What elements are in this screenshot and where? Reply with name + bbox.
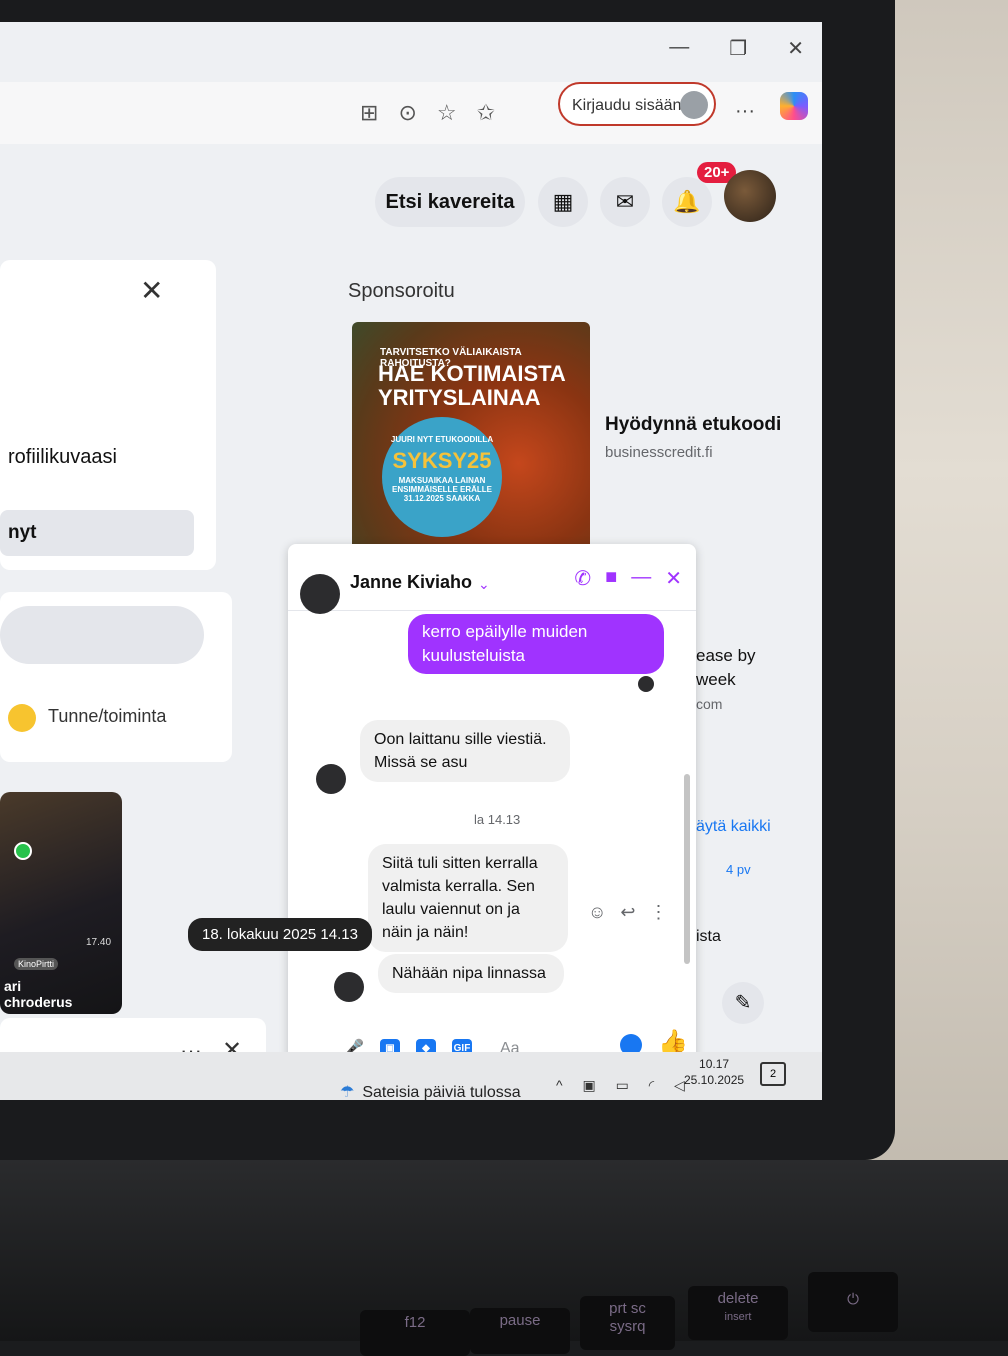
signin-label: Kirjaudu sisään xyxy=(572,97,682,114)
video-call-icon[interactable]: ■ xyxy=(605,566,617,591)
laptop-keyboard: f12 pause prt sc sysrq delete insert ⏻ xyxy=(0,1160,1008,1356)
menu-grid-icon[interactable]: ▦ xyxy=(538,177,588,227)
app-grid-icon[interactable]: ⊞ xyxy=(360,100,378,126)
key-insert-label: insert xyxy=(724,1311,752,1323)
story-card[interactable]: 17.40 KinoPirtti ari chroderus xyxy=(0,792,122,1014)
weather-widget[interactable]: ☂ Sateisia päiviä tulossa xyxy=(340,1082,521,1100)
key-delete-label: delete xyxy=(717,1290,759,1307)
profile-prompt-button-label: nyt xyxy=(8,522,37,543)
outgoing-message[interactable]: kerro epäilylle muiden kuulusteluista xyxy=(408,614,664,674)
close-window-icon[interactable]: ✕ xyxy=(787,36,804,61)
right-text-ease: ease by xyxy=(696,646,756,665)
composer-card: Tunne/toiminta xyxy=(0,592,232,762)
user-avatar-icon xyxy=(680,91,708,119)
system-tray[interactable]: ^ ▣ ▭ ◜ ◁ xyxy=(556,1077,693,1094)
key-sysrq-label: sysrq xyxy=(609,1318,646,1335)
weather-text: Sateisia päiviä tulossa xyxy=(362,1084,521,1100)
story-duration: 17.40 xyxy=(86,937,112,948)
feeling-activity-button[interactable]: Tunne/toiminta xyxy=(48,706,166,727)
chevron-down-icon[interactable]: ⌄ xyxy=(478,576,490,593)
sender-avatar xyxy=(316,764,346,794)
days-ago: 4 pv xyxy=(726,862,751,877)
clock-time: 10.17 xyxy=(699,1057,730,1071)
right-text-ista: ista xyxy=(696,928,721,945)
incoming-message[interactable]: Oon laittanu sille viestiä. Missä se asu xyxy=(360,720,570,782)
maximize-icon[interactable]: ❐ xyxy=(729,36,747,61)
ad-title: HAE KOTIMAISTA YRITYSLAINAA xyxy=(378,361,565,410)
chat-scrollbar[interactable] xyxy=(684,774,690,964)
call-icon[interactable]: ✆ xyxy=(574,566,591,591)
contact-avatar xyxy=(300,574,340,614)
notification-center-icon[interactable]: 2 xyxy=(760,1062,786,1086)
messenger-icon[interactable]: ✉ xyxy=(600,177,650,227)
seen-avatar xyxy=(638,676,654,692)
laptop-screen: — ❐ ✕ ⊞ ⊙ ☆ ✩ Kirjaudu sisään ··· Etsi k… xyxy=(0,22,822,1100)
online-dot xyxy=(14,842,32,860)
ad-promo-circle: JUURI NYT ETUKOODILLA SYKSY25 MAKSUAIKAA… xyxy=(382,417,502,537)
profile-prompt-button[interactable]: nyt xyxy=(0,510,194,556)
signin-button[interactable]: Kirjaudu sisään xyxy=(558,82,716,126)
chat-tools: ✆ ■ — ✕ xyxy=(574,566,682,591)
react-emoji-icon[interactable]: ☺ xyxy=(588,902,606,923)
sender-avatar xyxy=(334,972,364,1002)
chat-header[interactable]: Janne Kiviaho ⌄ ✆ ■ — ✕ xyxy=(288,544,696,614)
power-icon: ⏻ xyxy=(808,1272,898,1332)
notifications-bell-icon[interactable]: 🔔 xyxy=(662,177,712,227)
copilot-icon[interactable] xyxy=(780,92,808,120)
key-delete: delete insert xyxy=(688,1286,788,1340)
umbrella-icon: ☂ xyxy=(340,1084,355,1100)
minimize-icon[interactable]: — xyxy=(669,36,689,61)
story-tag: KinoPirtti xyxy=(14,958,59,970)
ad-circle-top: JUURI NYT ETUKOODILLA xyxy=(390,435,494,444)
ad-image[interactable]: TARVITSETKO VÄLIAIKAISTA RAHOITUSTA? HAE… xyxy=(352,322,590,558)
contact-name[interactable]: Janne Kiviaho xyxy=(350,572,472,593)
key-pause: pause xyxy=(470,1308,570,1354)
profile-avatar[interactable] xyxy=(724,170,776,222)
time-separator: la 14.13 xyxy=(474,812,521,827)
address-bar-icons: ⊞ ⊙ ☆ ✩ xyxy=(360,100,495,126)
key-prtsc: prt sc sysrq xyxy=(580,1296,675,1350)
find-friends-button[interactable]: Etsi kavereita xyxy=(375,177,525,227)
clock-date: 25.10.2025 xyxy=(684,1073,745,1087)
story-name-line2: chroderus xyxy=(4,994,73,1010)
timestamp-tooltip: 18. lokakuu 2025 14.13 xyxy=(188,918,372,951)
right-text-com: com xyxy=(696,696,723,712)
composer-input[interactable] xyxy=(0,606,204,664)
favorite-star-icon[interactable]: ☆ xyxy=(437,100,457,126)
ad-code: SYKSY25 xyxy=(392,448,492,473)
incoming-message[interactable]: Nähään nipa linnassa xyxy=(378,954,564,993)
more-vertical-icon[interactable]: ⋮ xyxy=(649,902,667,923)
ad-headline[interactable]: Hyödynnä etukoodi xyxy=(605,414,781,436)
new-message-icon[interactable]: ✎ xyxy=(722,982,764,1024)
right-text-week: week xyxy=(696,670,736,689)
close-icon[interactable]: ✕ xyxy=(140,274,163,307)
see-all-link[interactable]: äytä kaikki xyxy=(696,818,771,836)
profile-prompt-card: ✕ rofiilikuvaasi nyt xyxy=(0,260,216,570)
close-chat-icon[interactable]: ✕ xyxy=(665,566,682,591)
favorites-list-icon[interactable]: ✩ xyxy=(477,100,495,126)
more-options-icon[interactable]: ··· xyxy=(735,100,755,123)
ad-domain: businesscredit.fi xyxy=(605,444,713,461)
page-options-icon[interactable]: ⊙ xyxy=(398,100,416,126)
ad-circle-bottom: MAKSUAIKAA LAINAN ENSIMMÄISELLE ERÄLLE 3… xyxy=(392,476,493,503)
key-f12: f12 xyxy=(360,1310,470,1356)
reply-icon[interactable]: ↩ xyxy=(620,902,635,923)
sponsored-heading: Sponsoroitu xyxy=(348,280,455,302)
taskbar-clock[interactable]: 10.17 25.10.2025 xyxy=(684,1056,744,1088)
chat-window: Janne Kiviaho ⌄ ✆ ■ — ✕ kerro epäilylle … xyxy=(288,544,696,1100)
story-name-line1: ari xyxy=(4,978,22,994)
profile-prompt-text: rofiilikuvaasi xyxy=(8,446,117,468)
window-controls: — ❐ ✕ xyxy=(669,36,804,61)
key-prtsc-label: prt sc xyxy=(609,1300,646,1317)
message-actions: ☺ ↩ ⋮ xyxy=(588,902,667,923)
minimize-chat-icon[interactable]: — xyxy=(631,566,651,591)
incoming-message[interactable]: Siitä tuli sitten kerralla valmista kerr… xyxy=(368,844,568,952)
feeling-emoji-icon xyxy=(8,704,36,732)
notification-count: 2 xyxy=(769,1068,777,1080)
